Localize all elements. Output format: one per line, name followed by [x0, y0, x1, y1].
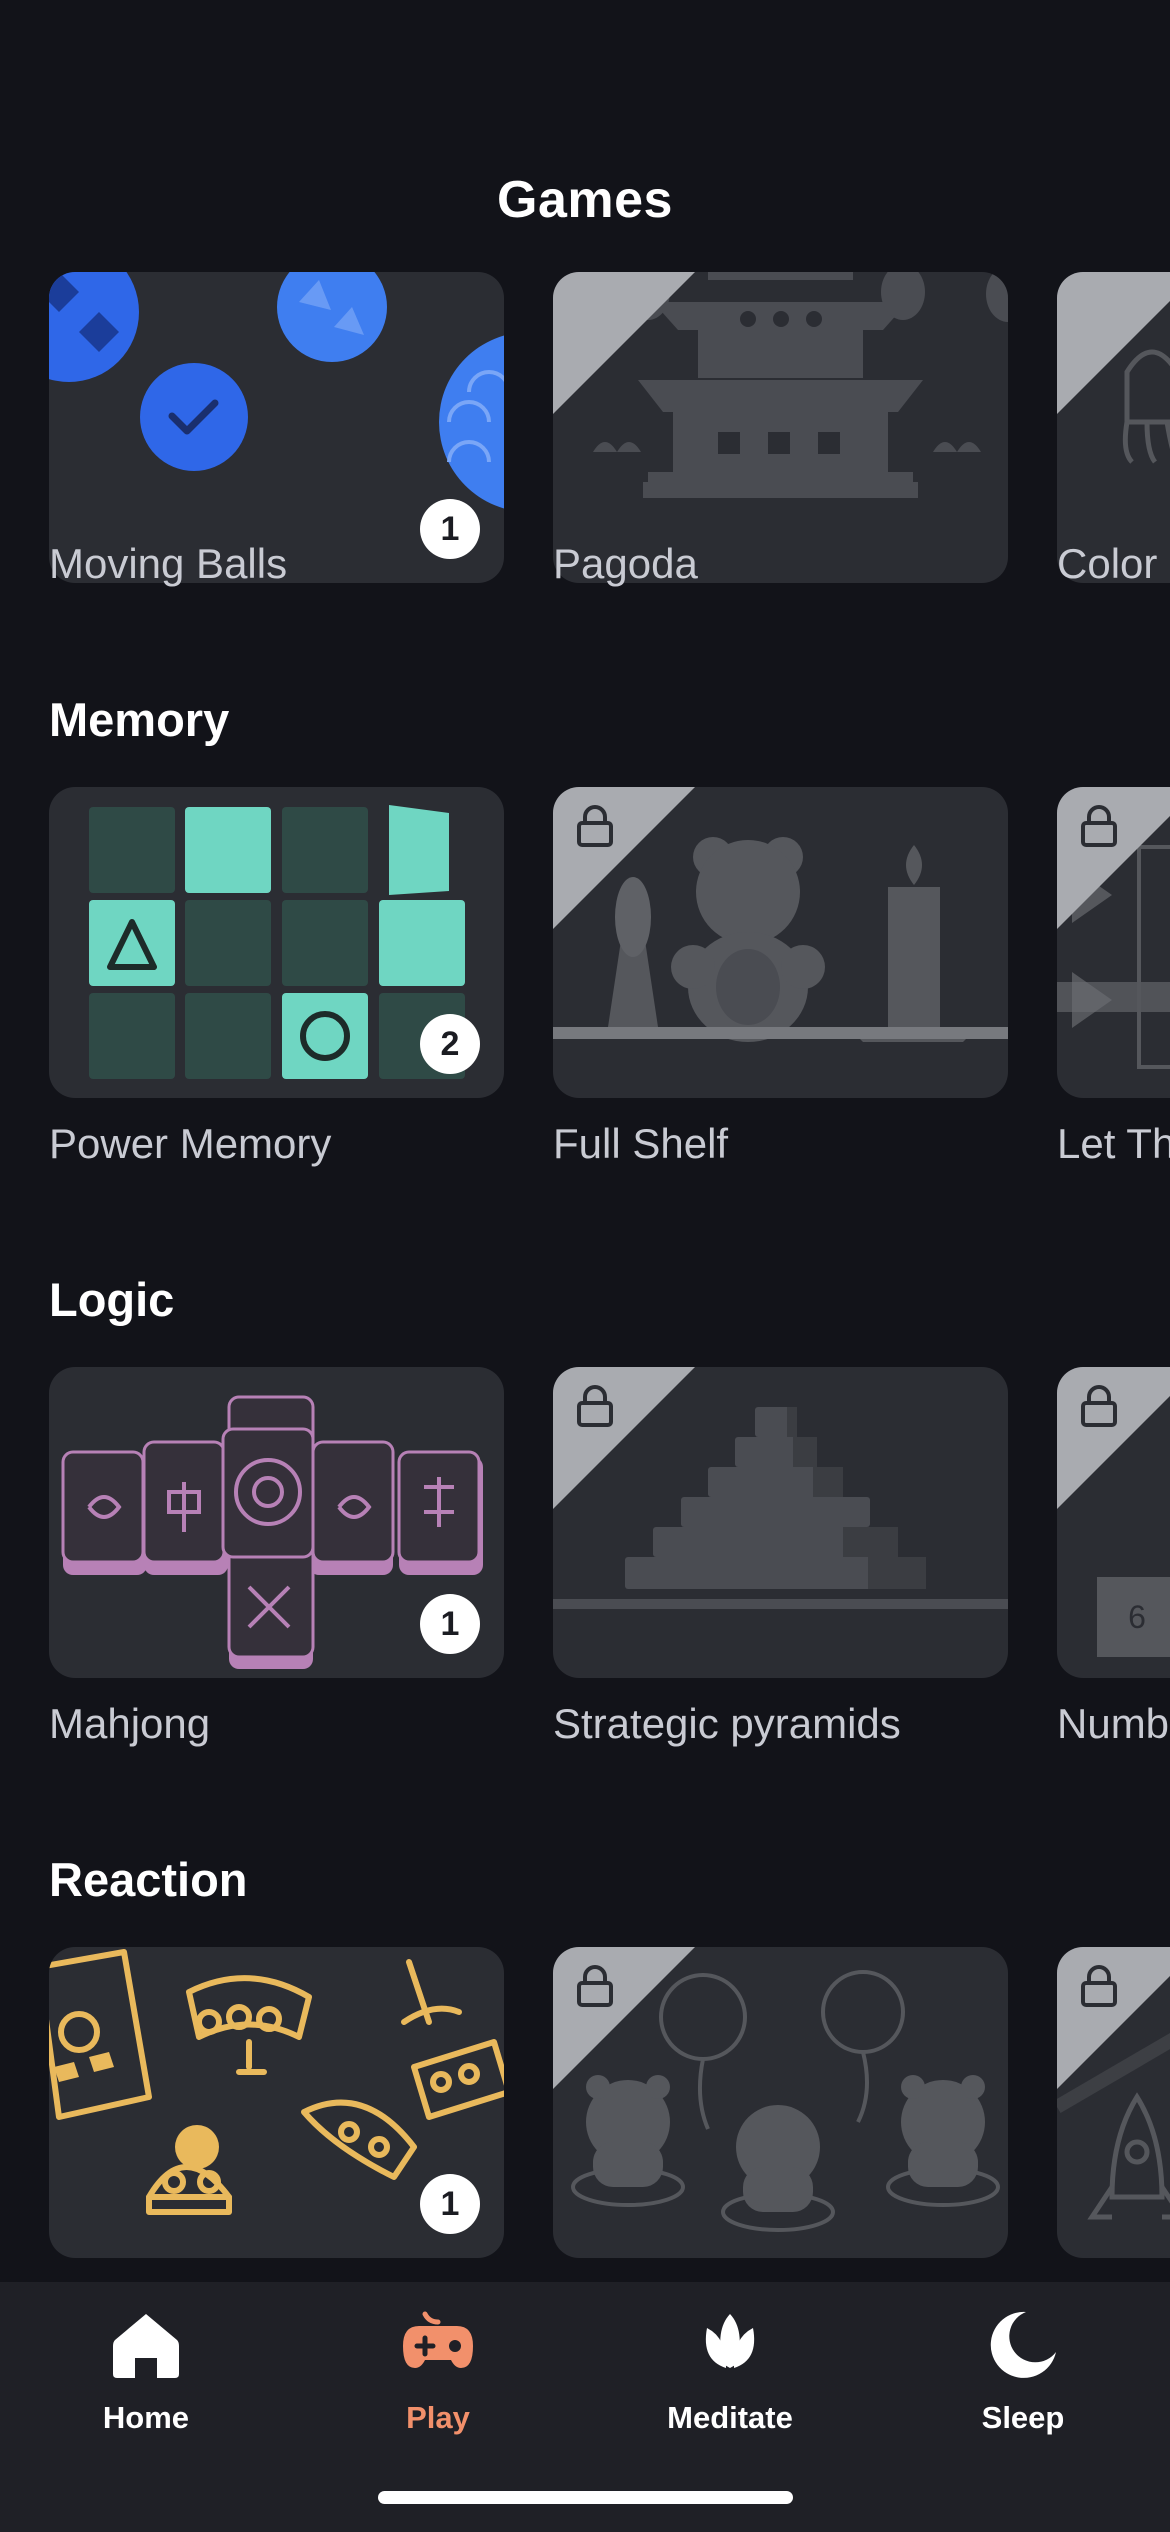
section-title-reaction: Reaction: [49, 1853, 248, 1906]
tab-meditate[interactable]: Meditate: [630, 2308, 830, 2438]
moon-icon: [990, 2311, 1056, 2378]
lock-icon: [1081, 805, 1117, 847]
new-levels-badge: 2: [420, 1014, 480, 1074]
locked-corner: [553, 272, 695, 414]
games-list[interactable]: 1 Moving Balls Pagoda Color Memory 2 Pow…: [0, 272, 1170, 2282]
game-card-pagoda[interactable]: [553, 272, 1008, 583]
game-title: Power Memory: [49, 1120, 332, 1167]
section-title-logic: Logic: [49, 1273, 175, 1326]
gamepad-icon: [403, 2311, 473, 2368]
tab-sleep[interactable]: Sleep: [923, 2308, 1123, 2438]
game-card-let-th[interactable]: [1057, 787, 1170, 1098]
home-indicator[interactable]: [378, 2491, 793, 2504]
game-card-full-shelf[interactable]: [553, 787, 1008, 1098]
game-card-reaction-pandas[interactable]: [553, 1947, 1008, 2258]
game-title: Color: [1057, 540, 1158, 587]
tab-play[interactable]: Play: [338, 2308, 538, 2438]
game-title: Numb: [1057, 1700, 1170, 1747]
lock-icon: [1081, 1385, 1117, 1427]
home-icon: [113, 2314, 179, 2378]
new-levels-badge: 1: [420, 499, 480, 559]
game-card-mahjong[interactable]: 1: [49, 1367, 504, 1678]
page-title: Games: [497, 171, 673, 229]
tab-home[interactable]: Home: [46, 2308, 246, 2438]
lock-icon: [577, 1965, 613, 2007]
game-card-power-memory[interactable]: 2: [49, 787, 504, 1098]
game-title: Moving Balls: [49, 540, 288, 587]
lock-icon: [577, 805, 613, 847]
game-title: Mahjong: [49, 1700, 211, 1747]
lock-icon: [577, 1385, 613, 1427]
lock-icon: [1081, 1965, 1117, 2007]
new-levels-badge: 1: [420, 2174, 480, 2234]
game-card-color[interactable]: [1057, 272, 1170, 583]
game-card-strategic-pyramids[interactable]: [553, 1367, 1008, 1678]
section-title-memory: Memory: [49, 693, 230, 746]
game-title: Full Shelf: [553, 1120, 729, 1167]
number-tile: 6: [1128, 1598, 1146, 1635]
game-title: Let Th: [1057, 1120, 1170, 1167]
game-card-reaction-rocket[interactable]: [1057, 1947, 1170, 2258]
new-levels-badge: 1: [420, 1594, 480, 1654]
game-title: Pagoda: [553, 540, 698, 587]
locked-corner: [1057, 272, 1170, 414]
game-card-reaction-robots[interactable]: 1: [49, 1947, 504, 2258]
game-card-numb[interactable]: 6: [1057, 1367, 1170, 1678]
game-card-moving-balls[interactable]: 1: [49, 272, 504, 583]
lotus-icon: [705, 2314, 755, 2368]
game-title: Strategic pyramids: [553, 1700, 901, 1747]
